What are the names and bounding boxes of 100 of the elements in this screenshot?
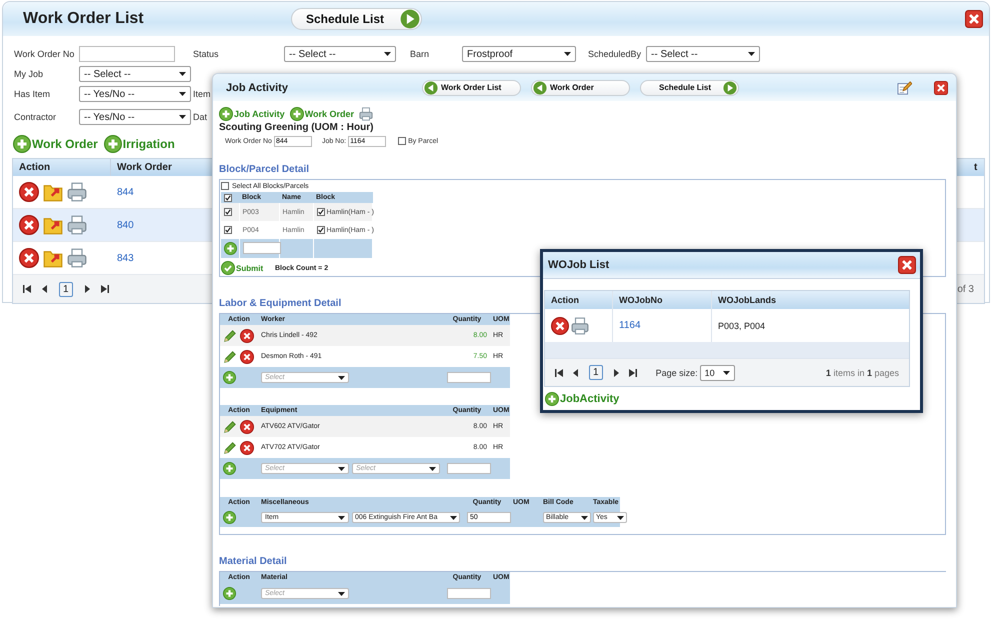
order-number-link[interactable]: 843 [117,252,134,264]
dropdown[interactable]: Frostproof [462,46,576,62]
pencil-icon[interactable] [223,420,237,434]
dropdown[interactable]: -- Yes/No -- [79,86,191,102]
close-button[interactable] [965,10,983,28]
plus-icon [13,135,31,153]
field-label: Status [193,49,220,59]
quantity-field[interactable] [447,588,491,599]
last-page-button[interactable] [100,285,109,293]
caret-icon [338,466,345,470]
plus-icon[interactable] [223,511,236,524]
column-header: Action [13,159,111,176]
delete-icon[interactable] [240,420,254,434]
order-number-link[interactable]: 840 [117,220,134,230]
first-page-button[interactable] [555,368,563,376]
column-header: WOJobNo [613,291,712,309]
add-link[interactable]: JobActivity [545,392,620,406]
close-button[interactable] [934,80,948,94]
add-link[interactable]: Work Order [13,135,98,153]
quantity-field[interactable] [447,463,491,474]
next-page-button[interactable] [82,285,91,293]
folder-arrow-icon[interactable] [43,215,63,235]
nav-button[interactable]: Work Order [531,80,630,96]
section-heading: Material Detail [219,556,287,568]
checkbox[interactable] [316,208,324,216]
delete-icon[interactable] [240,350,254,364]
delete-icon[interactable] [240,440,254,454]
checkbox[interactable] [224,194,232,202]
table-cell-text: P003, P004 [717,320,766,332]
printer-icon[interactable] [67,248,87,268]
add-link[interactable]: Job Activity [219,107,285,121]
pencil-icon[interactable] [223,328,237,342]
plus-icon[interactable] [224,242,237,255]
nav-button[interactable]: Schedule List [640,80,739,96]
field-label: Contractor [14,112,58,122]
printer-icon[interactable] [571,316,589,334]
caret-icon [450,516,457,520]
plus-icon[interactable] [223,462,236,475]
caret-icon [179,72,186,76]
dropdown[interactable]: 10 [700,364,735,380]
caret-icon [338,516,345,520]
check-icon [221,261,235,275]
checkbox[interactable] [398,137,406,145]
folder-arrow-icon[interactable] [43,182,63,202]
plus-icon[interactable] [223,587,236,600]
pencil-icon[interactable] [223,440,237,454]
checkbox[interactable] [224,208,232,216]
checkbox[interactable] [224,226,232,234]
caret-icon [581,516,588,520]
page-number[interactable]: 1 [589,365,603,380]
caret-icon [429,466,436,470]
caret-icon [748,52,755,56]
nav-button[interactable]: Work Order List [422,80,521,96]
text-field[interactable] [79,46,175,62]
previous-page-button[interactable] [572,368,580,376]
printer-icon[interactable] [67,182,87,202]
caret-icon [617,516,624,520]
pager-info: 1 items in 1 pages [826,368,899,378]
field-label: ScheduledBy [588,49,642,59]
dropdown[interactable]: -- Select -- [646,46,760,62]
quantity-field[interactable] [447,372,491,383]
pencil-icon[interactable] [223,350,237,364]
order-number-link[interactable]: 844 [117,186,134,198]
column-header: t [973,161,978,175]
column-header: WOJobLands [717,294,777,307]
submit-button[interactable]: Submit [221,261,275,275]
add-link[interactable]: Work Order [290,107,354,121]
delete-icon[interactable] [19,182,39,202]
checkbox[interactable] [316,226,324,234]
delete-icon[interactable] [551,316,569,334]
caret-icon [179,115,186,119]
edit-note-icon[interactable] [897,80,912,94]
plus-icon[interactable] [223,371,236,384]
first-page-button[interactable] [23,285,31,293]
dropdown[interactable]: -- Select -- [79,66,191,82]
plus-icon [545,392,559,406]
caret-icon [564,52,571,56]
delete-icon[interactable] [19,215,39,235]
caret-icon [722,370,730,374]
folder-arrow-icon[interactable] [43,248,63,268]
text-field[interactable] [242,242,280,254]
job-title: Scouting Greening (UOM : Hour) [219,122,374,134]
nav-button[interactable]: Schedule List [291,8,422,30]
previous-page-button[interactable] [41,285,49,293]
delete-icon[interactable] [19,248,39,268]
last-page-button[interactable] [628,368,637,376]
delete-icon[interactable] [240,328,254,342]
dropdown[interactable]: -- Yes/No -- [79,109,191,125]
next-page-button[interactable] [612,368,620,376]
field-label: Dat [193,112,208,122]
printer-icon[interactable] [359,107,374,121]
dropdown[interactable]: -- Select -- [284,46,396,62]
close-button[interactable] [898,256,916,274]
job-number-link[interactable]: 1164 [619,320,641,331]
add-link[interactable]: Irrigation [104,135,175,153]
page-number[interactable]: 1 [59,282,73,296]
checkbox[interactable] [221,182,229,190]
column-header: Action [545,291,613,309]
printer-icon[interactable] [67,215,87,235]
window-title: WOJob List [548,259,610,271]
